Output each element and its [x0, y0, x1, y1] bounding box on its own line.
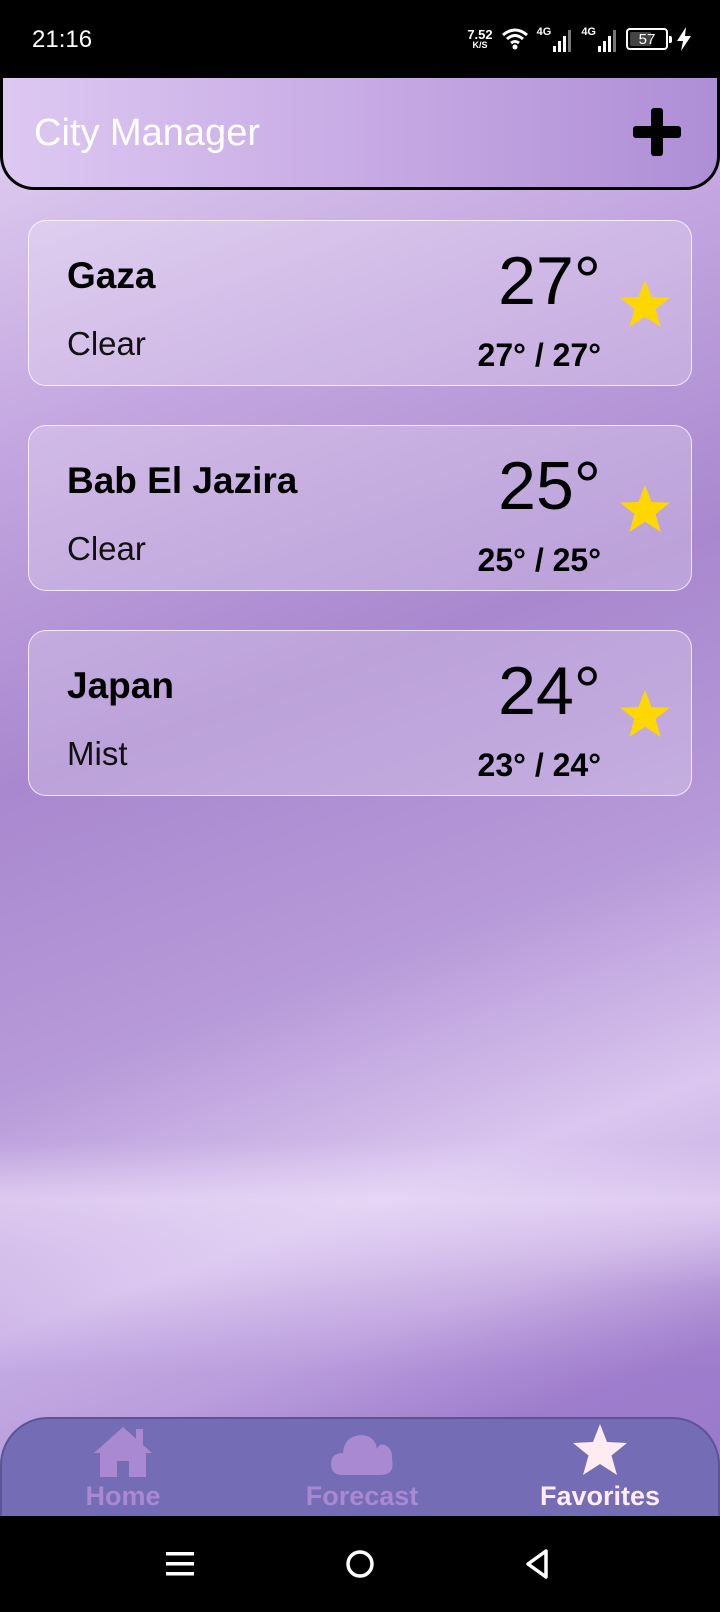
favorite-star-icon[interactable]	[617, 277, 673, 333]
favorite-star-icon[interactable]	[617, 687, 673, 743]
network-speed: 7.52 K/S	[467, 28, 492, 50]
city-temperature: 27°	[498, 243, 601, 319]
battery-level: 57	[638, 30, 656, 48]
signal-bars-icon	[598, 30, 616, 52]
city-condition: Clear	[67, 530, 146, 567]
city-name: Japan	[67, 665, 174, 706]
city-temp-range: 25° / 25°	[477, 542, 601, 578]
network-speed-unit: K/S	[472, 40, 488, 50]
city-name: Gaza	[67, 255, 156, 296]
city-list: Gaza Clear 27° 27° / 27° Bab El Jazira C…	[28, 220, 692, 835]
city-name: Bab El Jazira	[67, 460, 298, 501]
status-bar: 21:16 7.52 K/S 4G 4G 57	[0, 0, 720, 78]
cellular-signal-2: 4G	[581, 26, 618, 52]
plus-icon[interactable]	[631, 106, 683, 158]
charging-bolt-icon	[677, 27, 691, 51]
cloud-icon	[331, 1435, 393, 1475]
city-condition: Clear	[67, 325, 146, 362]
cellular-signal-1: 4G	[537, 26, 574, 52]
favorite-star-icon[interactable]	[617, 482, 673, 538]
status-icons: 7.52 K/S 4G 4G 57	[467, 24, 692, 54]
status-time: 21:16	[32, 26, 93, 53]
network-type-1: 4G	[536, 26, 552, 38]
nav-favorites[interactable]: Favorites	[500, 1419, 700, 1518]
star-icon	[573, 1424, 627, 1475]
city-temp-range: 27° / 27°	[477, 337, 601, 373]
home-icon	[94, 1427, 152, 1477]
system-navigation-bar	[0, 1516, 720, 1612]
nav-forecast[interactable]: Forecast	[262, 1419, 462, 1518]
app-header: City Manager	[0, 78, 720, 190]
bottom-navigation: Home Forecast Favorites	[0, 1417, 720, 1516]
home-circle-icon[interactable]	[340, 1546, 380, 1582]
city-card-japan[interactable]: Japan Mist 24° 23° / 24°	[28, 630, 692, 796]
recent-apps-icon[interactable]	[160, 1546, 200, 1582]
city-temperature: 24°	[498, 653, 601, 729]
city-temperature: 25°	[498, 448, 601, 524]
city-condition: Mist	[67, 735, 128, 772]
city-card-gaza[interactable]: Gaza Clear 27° 27° / 27°	[28, 220, 692, 386]
nav-home[interactable]: Home	[23, 1419, 223, 1518]
signal-bars-icon	[553, 30, 572, 52]
app-screen: City Manager Gaza Clear 27° 27° / 27° Ba…	[0, 78, 720, 1516]
wifi-icon	[501, 28, 528, 50]
page-title: City Manager	[34, 112, 260, 154]
back-icon[interactable]	[518, 1546, 558, 1582]
nav-forecast-label: Forecast	[305, 1481, 419, 1511]
city-temp-range: 23° / 24°	[477, 747, 601, 783]
nav-home-label: Home	[85, 1481, 161, 1511]
city-card-bab-el-jazira[interactable]: Bab El Jazira Clear 25° 25° / 25°	[28, 425, 692, 591]
battery-indicator: 57	[626, 28, 672, 50]
network-type-2: 4G	[581, 26, 596, 38]
nav-favorites-label: Favorites	[539, 1481, 661, 1511]
